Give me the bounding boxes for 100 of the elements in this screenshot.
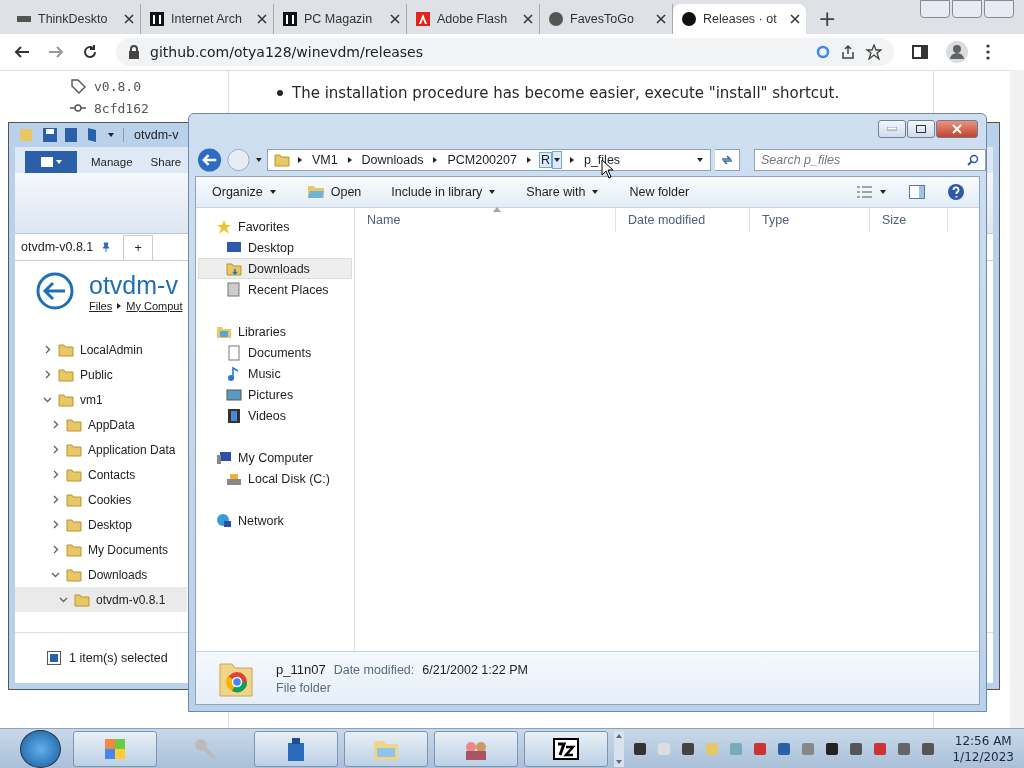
browser-tab[interactable]: Internet Arch: [141, 4, 274, 34]
side-panel-icon[interactable]: [912, 44, 928, 60]
breadcrumb-link[interactable]: My Comput: [126, 299, 183, 312]
chevron-icon[interactable]: [59, 595, 68, 604]
close-button[interactable]: [984, 0, 1014, 18]
tree-item[interactable]: Downloads: [15, 562, 187, 587]
close-button[interactable]: [936, 120, 978, 138]
nav-group[interactable]: Network: [196, 510, 354, 531]
chevron-icon[interactable]: [51, 570, 60, 579]
toolbar-button[interactable]: Include in library: [391, 185, 497, 199]
share-icon[interactable]: [840, 44, 856, 60]
chevron-icon[interactable]: [51, 545, 60, 554]
tray-scroll-icon[interactable]: [614, 730, 625, 767]
tree-item[interactable]: LocalAdmin: [15, 337, 187, 362]
new-tab-button[interactable]: +: [818, 6, 837, 31]
ribbon-tab[interactable]: Share: [150, 156, 182, 173]
taskbar-app[interactable]: [524, 730, 609, 767]
close-icon[interactable]: [656, 14, 666, 24]
tray-icon[interactable]: [848, 740, 865, 757]
toolbar-button[interactable]: Open: [306, 185, 362, 199]
properties-icon[interactable]: [65, 128, 79, 142]
browser-tab[interactable]: ThinkDeskto: [8, 4, 141, 34]
nav-group[interactable]: My Computer: [196, 447, 354, 468]
door-icon[interactable]: [87, 127, 99, 143]
browser-tab[interactable]: PC Magazin: [274, 4, 407, 34]
save-icon[interactable]: [43, 128, 57, 142]
tree-item[interactable]: Application Data: [15, 437, 187, 462]
google-icon[interactable]: [816, 45, 830, 59]
browser-tab[interactable]: Releases · ot: [673, 4, 806, 34]
chevron-icon[interactable]: [51, 495, 60, 504]
dropdown-button[interactable]: [551, 151, 562, 169]
tray-icon[interactable]: [920, 740, 937, 757]
chevron-icon[interactable]: [51, 520, 60, 529]
maximize-button[interactable]: [907, 120, 935, 138]
path-segment[interactable]: PCM200207: [445, 152, 519, 168]
ribbon-tab[interactable]: Manage: [91, 156, 133, 173]
path-segment[interactable]: R: [538, 152, 552, 168]
preview-pane-icon[interactable]: [909, 185, 925, 199]
search-field[interactable]: Search p_files: [754, 149, 986, 171]
close-icon[interactable]: [523, 14, 533, 24]
reload-icon[interactable]: [82, 44, 98, 60]
column-header[interactable]: Size: [870, 208, 948, 232]
tree-item[interactable]: Cookies: [15, 487, 187, 512]
column-header[interactable]: Name: [355, 208, 616, 232]
tree-item[interactable]: vm1: [15, 387, 187, 412]
pin-icon[interactable]: [101, 242, 112, 252]
minimize-button[interactable]: [878, 120, 906, 138]
path-segment[interactable]: p_files: [581, 152, 623, 168]
tree-item[interactable]: Public: [15, 362, 187, 387]
start-button[interactable]: [20, 729, 62, 768]
close-icon[interactable]: [124, 14, 134, 24]
nav-item[interactable]: Videos: [196, 405, 354, 426]
nav-item[interactable]: Documents: [196, 342, 354, 363]
forward-icon[interactable]: [48, 44, 64, 60]
chevron-icon[interactable]: [51, 445, 60, 454]
nav-item[interactable]: Music: [196, 363, 354, 384]
tray-icon[interactable]: [680, 740, 697, 757]
toolbar-button[interactable]: New folder: [629, 185, 690, 199]
nav-item[interactable]: Recent Places: [196, 279, 354, 300]
menu-icon[interactable]: [986, 44, 990, 60]
nav-group[interactable]: Favorites: [196, 216, 354, 237]
nav-item[interactable]: Downloads: [198, 258, 352, 279]
nav-item[interactable]: Desktop: [196, 237, 354, 258]
browser-tab[interactable]: FavesToGo: [540, 4, 673, 34]
column-header[interactable]: Date modified: [616, 208, 750, 232]
close-icon[interactable]: [257, 14, 267, 24]
file-menu-button[interactable]: [25, 151, 77, 173]
refresh-button[interactable]: [714, 149, 740, 171]
tree-item[interactable]: otvdm-v0.8.1: [15, 587, 187, 612]
star-icon[interactable]: [866, 44, 882, 60]
browser-tab[interactable]: Adobe Flash: [407, 4, 540, 34]
column-header[interactable]: Type: [750, 208, 870, 232]
nav-item[interactable]: Pictures: [196, 384, 354, 405]
new-tab-button[interactable]: +: [123, 235, 154, 260]
minimize-button[interactable]: [920, 0, 950, 18]
nav-item[interactable]: Local Disk (C:): [196, 468, 354, 489]
document-tab[interactable]: otvdm-v0.8.1: [15, 240, 118, 260]
profile-icon[interactable]: [946, 41, 968, 63]
tray-icon[interactable]: [632, 740, 649, 757]
path-segment[interactable]: Downloads: [359, 152, 426, 168]
nav-group[interactable]: Libraries: [196, 321, 354, 342]
views-button[interactable]: [857, 186, 887, 198]
path-segment[interactable]: VM1: [309, 152, 340, 168]
help-icon[interactable]: [947, 183, 965, 201]
toolbar-button[interactable]: Share with: [526, 185, 600, 199]
tree-item[interactable]: Desktop: [15, 512, 187, 537]
toolbar-button[interactable]: Organize: [212, 185, 277, 199]
tree-item[interactable]: Contacts: [15, 462, 187, 487]
address-bar[interactable]: github.com/otya128/winevdm/releases: [116, 38, 894, 66]
chevron-icon[interactable]: [51, 470, 60, 479]
tree-item[interactable]: AppData: [15, 412, 187, 437]
restore-button[interactable]: [952, 0, 982, 18]
tray-icon[interactable]: [824, 740, 841, 757]
close-icon[interactable]: [790, 14, 800, 24]
commit-link[interactable]: 8cfd162: [94, 100, 149, 116]
chevron-icon[interactable]: [43, 395, 52, 404]
chevron-icon[interactable]: [43, 370, 52, 379]
chevron-icon[interactable]: [43, 345, 52, 354]
back-icon[interactable]: [14, 44, 30, 60]
close-icon[interactable]: [390, 14, 400, 24]
